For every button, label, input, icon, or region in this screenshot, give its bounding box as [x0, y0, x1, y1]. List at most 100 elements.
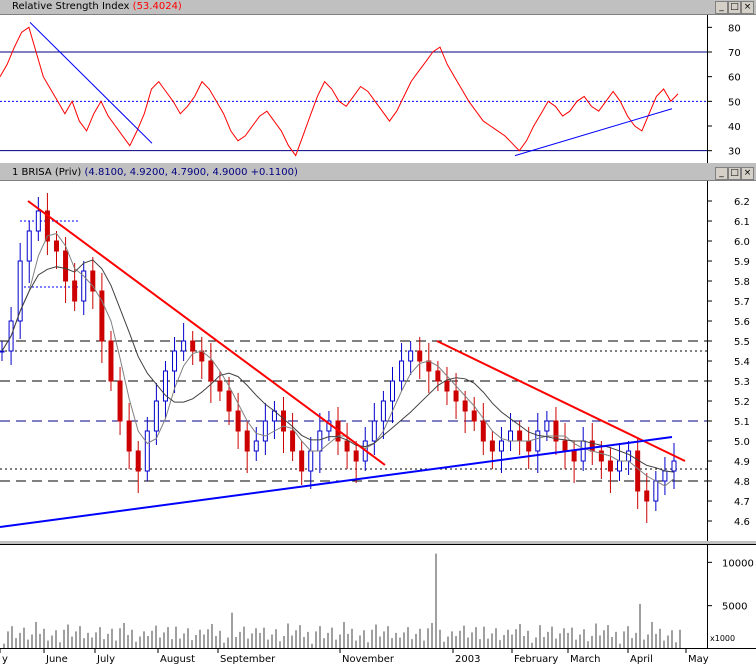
price-titlebar[interactable]: 1 BRISA (Priv) (4.8100, 4.9200, 4.7900, … [0, 166, 756, 181]
candle-body [544, 420, 550, 432]
candle-body [598, 450, 604, 462]
rsi-axis-label: 60 [728, 73, 741, 84]
price-axis-label: 4.6 [734, 517, 750, 528]
minimize-icon[interactable]: _ [715, 167, 728, 180]
date-axis-label: April [630, 654, 653, 665]
price-axis-label: 5.6 [734, 317, 750, 328]
trendline-blue-support [0, 436, 673, 528]
date-axis-label: August [160, 654, 195, 665]
date-axis-label: 2003 [455, 654, 480, 665]
candle-body [181, 340, 187, 352]
date-axis-label: February [514, 654, 558, 665]
candle-body [435, 370, 441, 382]
rsi-value: (53.4024) [132, 1, 182, 12]
candle-body [135, 450, 141, 472]
candle-body [353, 450, 359, 462]
candle-body [426, 360, 432, 372]
rsi-axis-label: 40 [728, 122, 741, 133]
security-title: 1 BRISA (Priv) [12, 167, 82, 178]
rsi-trendline-up [514, 108, 673, 157]
candle-body [0, 350, 5, 353]
price-axis-label: 5.8 [734, 277, 750, 288]
price-chart [0, 193, 708, 528]
candle-body [117, 380, 123, 422]
candle-body [72, 280, 78, 302]
candle-body [190, 340, 196, 352]
candle-body [662, 470, 668, 482]
date-axis-label: y [2, 654, 8, 665]
candle-body [671, 460, 677, 472]
close-icon[interactable]: × [741, 1, 754, 14]
rsi-axis-label: 30 [728, 147, 741, 158]
price-axis-label: 6.2 [734, 197, 750, 208]
maximize-icon[interactable]: □ [728, 167, 741, 180]
candle-body [462, 400, 468, 412]
price-axis-label: 4.7 [734, 497, 750, 508]
candle-body [635, 450, 641, 492]
candle-body [371, 420, 377, 442]
candle-body [653, 480, 659, 502]
rsi-axis-label: 50 [728, 97, 741, 108]
candle-body [617, 460, 623, 472]
price-axis-label: 5.2 [734, 397, 750, 408]
price-axis-label: 5.7 [734, 297, 750, 308]
price-axis-label: 5.1 [734, 417, 750, 428]
trendline-red-1 [27, 200, 386, 466]
candle-body [344, 440, 350, 452]
rsi-trendline-down [29, 22, 153, 144]
ohlc-values: (4.8100, 4.9200, 4.7900, 4.9000 +0.1100) [84, 167, 298, 178]
maximize-icon[interactable]: □ [728, 1, 741, 14]
candle-body [471, 410, 477, 422]
candle-body [208, 360, 214, 382]
date-axis-label: September [220, 654, 276, 665]
candle-body [562, 440, 568, 452]
candle-body [408, 350, 414, 362]
date-axis-label: May [688, 654, 709, 665]
candle-body [526, 440, 532, 452]
candle-body [444, 380, 450, 392]
price-axis-label: 4.9 [734, 457, 750, 468]
rsi-title: Relative Strength Index [12, 1, 130, 12]
price-axis-label: 6.0 [734, 237, 750, 248]
candle-body [53, 240, 59, 252]
candle-body [489, 440, 495, 452]
rsi-series-line [0, 26, 679, 157]
close-icon[interactable]: × [741, 167, 754, 180]
date-axis-label: June [45, 654, 68, 665]
rsi-titlebar[interactable]: Relative Strength Index (53.4024) _ □ × [0, 0, 756, 15]
rsi-axis-label: 80 [728, 23, 741, 34]
price-axis-label: 4.8 [734, 477, 750, 488]
candle-body [389, 380, 395, 402]
candle-body [281, 410, 287, 432]
candle-body [498, 440, 504, 452]
candle-body [308, 450, 314, 472]
candle-body [126, 420, 132, 452]
minimize-icon[interactable]: _ [715, 1, 728, 14]
rsi-y-axis: 80 70 60 50 40 30 [707, 15, 756, 163]
candle-body [417, 350, 423, 362]
candle-body [626, 450, 632, 462]
rsi-plot[interactable] [0, 15, 708, 163]
volume-axis-label: 5000 [722, 602, 747, 613]
candle-body [217, 380, 223, 392]
candle-body [35, 210, 41, 232]
candle-body [299, 450, 305, 472]
rsi-axis-label: 70 [728, 48, 741, 59]
volume-plot[interactable] [0, 544, 708, 649]
price-axis-label: 5.5 [734, 337, 750, 348]
volume-axis-label: 10000 [722, 558, 754, 569]
price-axis-label: 5.9 [734, 257, 750, 268]
candle-body [235, 410, 241, 432]
price-plot[interactable] [0, 181, 708, 541]
candle-body [517, 430, 523, 442]
candle-body [63, 250, 69, 282]
candle-body [380, 400, 386, 422]
volume-unit-label: x1000 [710, 634, 735, 643]
candle-body [571, 450, 577, 462]
candle-body [108, 340, 114, 382]
candle-body [317, 430, 323, 452]
candle-body [226, 390, 232, 412]
price-axis-label: 6.1 [734, 217, 750, 228]
date-axis-label: March [570, 654, 600, 665]
candle-body [508, 430, 514, 442]
